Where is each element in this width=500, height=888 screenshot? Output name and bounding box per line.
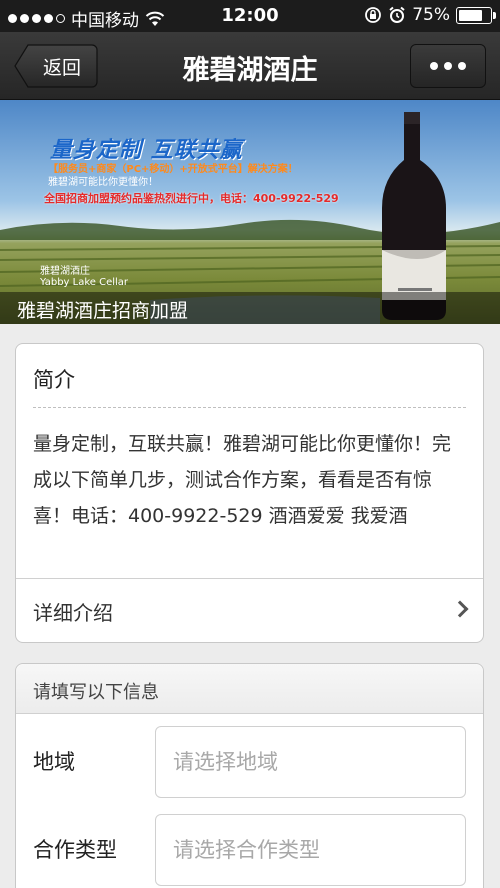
status-bar: 中国移动 12:00 75% <box>0 0 500 32</box>
rotation-lock-icon <box>365 7 382 23</box>
battery-icon <box>456 6 496 24</box>
intro-card: 简介 量身定制，互联共赢！雅碧湖可能比你更懂你！完成以下简单几步，测试合作方案，… <box>15 343 484 643</box>
form-row-region: 地域 <box>16 714 483 802</box>
divider <box>33 407 466 408</box>
banner-caption: 雅碧湖酒庄招商加盟 <box>0 292 500 324</box>
form-row-coop-type: 合作类型 <box>16 802 483 888</box>
ellipsis-icon <box>430 62 438 70</box>
coop-type-select[interactable] <box>155 814 466 886</box>
more-button[interactable] <box>410 44 486 88</box>
banner-line3: 全国招商加盟预约品鉴热烈进行中，电话：400-9922-529 <box>44 192 339 205</box>
battery-percent: 75% <box>412 5 450 25</box>
alarm-icon <box>389 6 405 23</box>
banner-logo: 雅碧湖酒庄 Yabby Lake Cellar <box>40 266 128 288</box>
intro-text: 量身定制，互联共赢！雅碧湖可能比你更懂你！完成以下简单几步，测试合作方案，看看是… <box>33 433 452 527</box>
logo-en: Yabby Lake Cellar <box>40 277 129 288</box>
form-header: 请填写以下信息 <box>16 664 483 714</box>
chevron-right-icon <box>451 600 469 618</box>
nav-bar: 返回 雅碧湖酒庄 <box>0 32 500 100</box>
coop-type-label: 合作类型 <box>33 838 117 862</box>
region-select[interactable] <box>155 726 466 798</box>
status-right: 75% <box>364 5 496 25</box>
banner-line2: 雅碧湖可能比你更懂你！ <box>48 177 158 188</box>
form-card: 请填写以下信息 地域 合作类型 <box>15 663 484 888</box>
region-label: 地域 <box>33 750 75 774</box>
detail-label: 详细介绍 <box>33 600 113 625</box>
intro-title: 简介 <box>33 368 75 392</box>
detail-link[interactable]: 详细介绍 <box>16 578 483 643</box>
wine-bottle-image <box>382 112 446 320</box>
promo-banner[interactable]: 量身定制 互联共赢 【服务员+商家（PC+移动）+开放式平台】解决方案！ 雅碧湖… <box>0 100 500 324</box>
logo-cn: 雅碧湖酒庄 <box>40 266 90 277</box>
battery-fill <box>459 9 482 21</box>
